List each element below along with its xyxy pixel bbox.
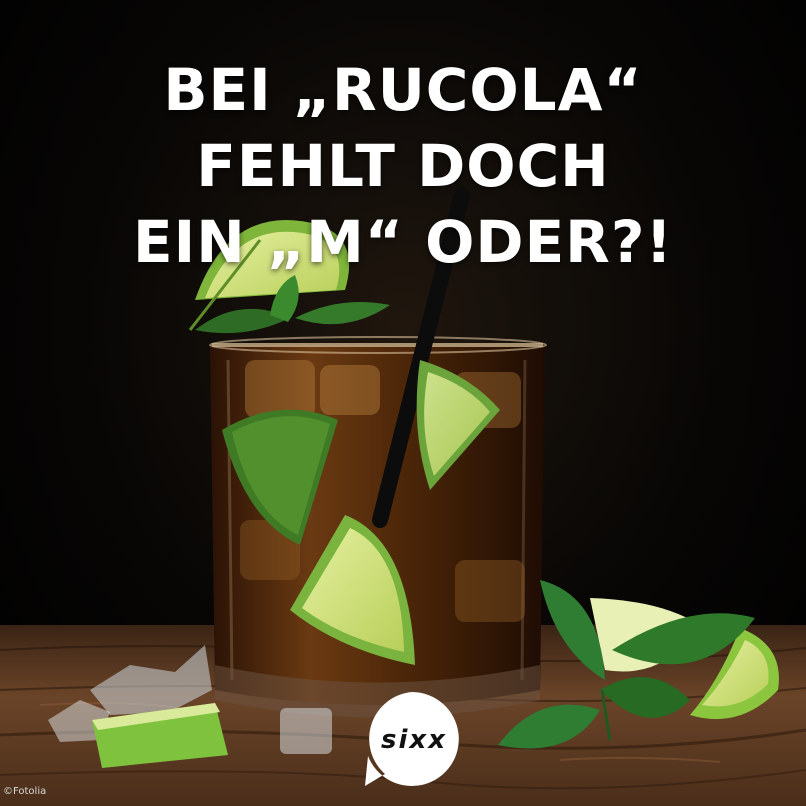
- sixx-logo: sixx: [365, 692, 459, 786]
- headline-line-3: EIN „M“ ODER?!: [133, 208, 673, 276]
- headline: BEI „RUCOLA“ FEHLT DOCH EIN „M“ ODER?!: [0, 52, 806, 280]
- headline-line-1: BEI „RUCOLA“: [163, 56, 643, 124]
- headline-line-2: FEHLT DOCH: [196, 132, 610, 200]
- photo-credit: ©Fotolia: [3, 786, 47, 797]
- image-canvas: BEI „RUCOLA“ FEHLT DOCH EIN „M“ ODER?! s…: [0, 0, 806, 806]
- sixx-logo-text: sixx: [381, 725, 447, 755]
